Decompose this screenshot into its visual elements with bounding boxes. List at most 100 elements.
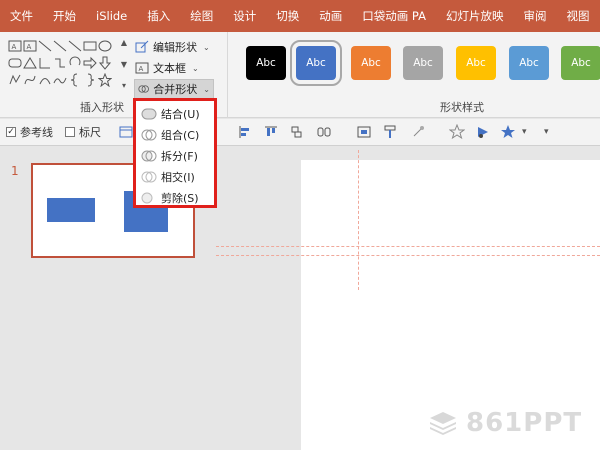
shape-gallery-scroll[interactable]: ▲ ▼ ▾ [118,38,130,90]
menu-item-combine[interactable]: 组合(C) [136,124,214,145]
animation-icon[interactable] [475,124,491,140]
align-left-icon[interactable] [237,124,253,140]
ribbon: A A ▲ ▼ ▾ 编辑形状 ⌄ A 文本框 ⌄ 合并形状 ⌄ 插入形状 Abc… [0,32,600,118]
ungroup-objects-icon[interactable] [316,124,332,140]
tab-insert[interactable]: 插入 [137,0,180,32]
tab-draw[interactable]: 绘图 [180,0,223,32]
arc-shape-icon[interactable] [38,73,52,87]
line-shape-icon[interactable] [53,39,67,53]
style-swatch-black[interactable]: Abc [246,46,286,80]
wave-shape-icon[interactable] [53,73,67,87]
menu-item-label: 拆分(F) [161,149,198,163]
tab-design[interactable]: 设计 [223,0,266,32]
left-brace-shape-icon[interactable] [68,73,82,87]
more-dropdown-icon[interactable]: ▾ [544,124,560,140]
chevron-up-icon[interactable]: ▲ [121,38,127,47]
rounded-rectangle-shape-icon[interactable] [8,56,22,70]
insert-shapes-group-label: 插入形状 [80,101,124,114]
tab-review[interactable]: 审阅 [514,0,557,32]
triangle-shape-icon[interactable] [23,56,37,70]
chevron-down-icon[interactable]: ▾ [522,124,538,140]
textbox-shape-icon[interactable]: A [8,39,22,53]
tab-animations[interactable]: 动画 [309,0,352,32]
watermark: 861PPT [428,408,582,438]
union-icon [141,108,157,119]
down-arrow-shape-icon[interactable] [98,56,112,70]
layout-icon[interactable] [118,124,134,140]
chevron-down-icon: ⌄ [203,84,210,94]
menu-item-subtract[interactable]: 剪除(S) [136,187,214,208]
align-top-icon[interactable] [263,124,279,140]
watermark-text: 861PPT [466,408,583,438]
style-swatch-lightblue[interactable]: Abc [509,46,549,80]
star-filled-icon[interactable] [500,124,516,140]
lshape-shape-icon[interactable] [38,56,52,70]
merge-shapes-icon [138,85,149,93]
style-swatch-gray[interactable]: Abc [403,46,443,80]
checkbox-unchecked-icon [65,127,75,137]
tab-transitions[interactable]: 切换 [266,0,309,32]
picture-frame-icon[interactable] [356,124,372,140]
line-shape-icon[interactable] [38,39,52,53]
merge-shapes-label: 合并形状 [153,83,198,96]
svg-text:A: A [139,65,144,73]
rotate-arrow-shape-icon[interactable] [68,56,82,70]
slide-canvas[interactable] [301,160,600,450]
format-painter-icon[interactable] [383,124,399,140]
star-outline-icon[interactable] [449,124,465,140]
horizontal-guide[interactable] [216,255,600,256]
edit-shape-button[interactable]: 编辑形状 ⌄ [135,37,210,57]
ruler-checkbox[interactable]: 标尺 [65,124,101,140]
svg-text:A: A [12,43,17,51]
freeform-shape-icon[interactable] [8,73,22,87]
gallery-expand-icon[interactable]: ▾ [122,81,126,90]
chevron-down-icon[interactable]: ▼ [121,60,127,69]
elbow-connector-shape-icon[interactable] [53,56,67,70]
oval-shape-icon[interactable] [98,39,112,53]
rectangle-shape-icon[interactable] [83,39,97,53]
horizontal-guide[interactable] [216,246,600,247]
pin-icon[interactable] [410,124,426,140]
tab-pocket-animation[interactable]: 口袋动画 PA [352,0,436,32]
style-swatch-orange[interactable]: Abc [351,46,391,80]
menu-item-fragment[interactable]: 拆分(F) [136,145,214,166]
vertical-guide[interactable] [358,150,359,290]
svg-text:A: A [27,43,32,51]
guides-checkbox[interactable]: ✓ 参考线 [6,124,53,140]
right-brace-shape-icon[interactable] [83,73,97,87]
merge-shapes-menu: 结合(U) 组合(C) 拆分(F) 相交(I) 剪除(S) [133,98,217,208]
style-swatch-blue[interactable]: Abc [290,40,342,86]
arrow-line-shape-icon[interactable] [68,39,82,53]
menu-item-label: 剪除(S) [161,191,199,205]
menu-item-union[interactable]: 结合(U) [136,103,214,124]
shape-styles-group-label: 形状样式 [440,101,484,114]
intersect-icon [141,171,157,182]
subtract-icon [141,192,153,203]
ribbon-tab-bar: 文件 开始 iSlide 插入 绘图 设计 切换 动画 口袋动画 PA 幻灯片放… [0,0,600,32]
menu-item-intersect[interactable]: 相交(I) [136,166,214,187]
textbox-button[interactable]: A 文本框 ⌄ [135,58,199,78]
menu-item-label: 结合(U) [161,107,200,121]
star-shape-icon[interactable] [98,73,112,87]
tab-file[interactable]: 文件 [0,0,43,32]
merge-shapes-button[interactable]: 合并形状 ⌄ [134,79,214,99]
group-objects-icon[interactable] [289,124,305,140]
menu-item-label: 相交(I) [161,170,195,184]
tab-slideshow[interactable]: 幻灯片放映 [436,0,514,32]
style-swatch-gold[interactable]: Abc [456,46,496,80]
blue-rectangle-shape [47,198,95,222]
style-swatch-green[interactable]: Abc [561,46,600,80]
edit-shape-icon [135,40,149,53]
layers-logo-icon [430,412,456,435]
fragment-icon [141,150,157,161]
tab-view[interactable]: 视图 [557,0,600,32]
curve-shape-icon[interactable] [23,73,37,87]
tab-home[interactable]: 开始 [43,0,86,32]
tab-islide[interactable]: iSlide [86,0,137,32]
right-arrow-shape-icon[interactable] [83,56,97,70]
slide-number: 1 [11,164,19,178]
guides-label: 参考线 [20,126,53,139]
shape-gallery[interactable]: A A [8,39,118,91]
textbox-icon: A [135,62,149,74]
vertical-textbox-shape-icon[interactable]: A [23,39,37,53]
